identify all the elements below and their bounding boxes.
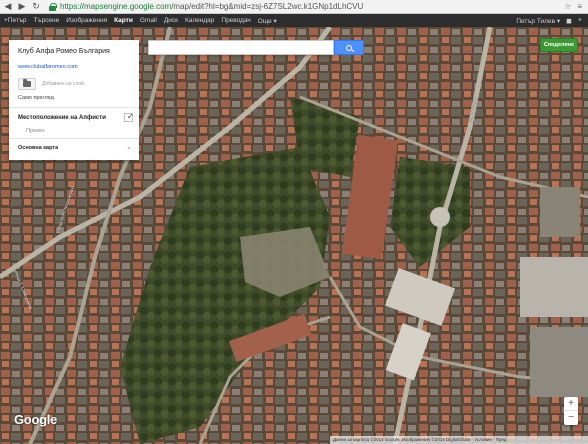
layer-empty-label: Празен [26, 128, 45, 134]
url-host: https://mapsengine.google.com [60, 2, 172, 11]
zoom-control: + − [564, 397, 578, 425]
basemap-toggle[interactable]: Основна карта [18, 145, 58, 151]
menu-icon[interactable]: ≡ [577, 2, 582, 11]
star-icon[interactable]: ☆ [564, 2, 571, 11]
reload-icon[interactable]: ↻ [31, 2, 41, 12]
gbar-search[interactable]: Търсене [34, 17, 60, 24]
layer-visibility-checkbox[interactable]: ✓ [124, 112, 134, 122]
gbar-more[interactable]: Още ▾ [258, 17, 277, 25]
chevron-down-icon[interactable]: ⌄ [126, 143, 132, 151]
url-path: /map/edit?hl=bg&mid=zsj-6Z7SL2wc.k1GNp1d… [171, 2, 364, 11]
view-only-label: Само преглед [18, 95, 54, 101]
gbar-gmail[interactable]: Gmail [140, 17, 157, 24]
lock-icon [49, 2, 57, 11]
map-description-link[interactable]: www.clubalfaromeo.com [18, 64, 78, 70]
address-bar[interactable]: https://mapsengine.google.com/map/edit?h… [60, 2, 363, 11]
forward-icon[interactable]: ▶ [17, 2, 27, 12]
search-icon [346, 44, 352, 51]
map-panel: Клуб Алфа Ромео България www.clubalfarom… [9, 40, 139, 160]
gbar-maps[interactable]: Карти [114, 17, 133, 24]
user-account[interactable]: Петър Тилев ▾ [516, 17, 560, 25]
search-input[interactable] [148, 40, 334, 55]
check-icon: ✓ [127, 112, 134, 121]
google-logo: Google [14, 412, 57, 427]
search-button[interactable] [334, 40, 364, 55]
add-layer-button[interactable] [18, 78, 36, 90]
gbar-calendar[interactable]: Календар [185, 17, 214, 24]
map-title[interactable]: Клуб Алфа Ромео България [18, 48, 110, 55]
gbar-drive[interactable]: Диск [164, 17, 178, 24]
notifications-icon[interactable]: ◼ [566, 17, 572, 25]
share-button[interactable]: Споделяне [540, 38, 578, 52]
gbar-plus[interactable]: +Петър [4, 17, 27, 24]
layer-name[interactable]: Местоположение на Апфисти [18, 115, 106, 121]
map-attribution: Данни за картата ©2014 Google, Изображен… [330, 436, 588, 444]
divider [9, 107, 139, 108]
zoom-in-button[interactable]: + [564, 397, 578, 411]
browser-toolbar: ◀ ▶ ↻ https://mapsengine.google.com/map/… [0, 0, 588, 14]
back-icon[interactable]: ◀ [3, 2, 13, 12]
gbar-translate[interactable]: Преводач [221, 17, 250, 24]
share-plus-icon[interactable]: + [578, 17, 582, 24]
zoom-out-button[interactable]: − [564, 411, 578, 425]
folder-icon [23, 79, 31, 87]
google-bar: +Петър Търсене Изображения Карти Gmail Д… [0, 14, 588, 27]
add-layer-hint: Добавяне на слой [42, 81, 84, 87]
divider [9, 138, 139, 139]
gbar-images[interactable]: Изображения [66, 17, 107, 24]
